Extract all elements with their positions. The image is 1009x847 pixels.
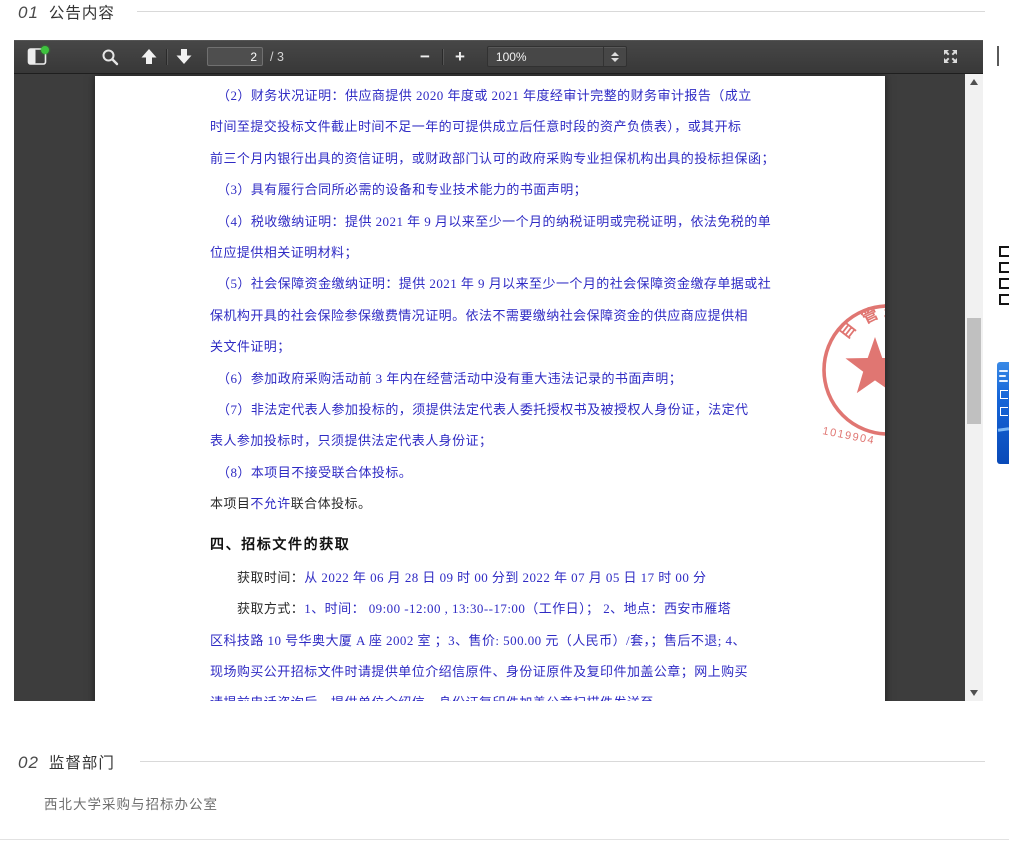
widget-glyph-fragment	[1000, 390, 1008, 399]
page-total-label: / 3	[270, 50, 284, 64]
widget-bar	[999, 380, 1008, 382]
page-number-input[interactable]	[207, 47, 263, 66]
doc-text-line: 获取时间：从 2022 年 06 月 28 日 09 时 00 分到 2022 …	[210, 562, 776, 593]
search-button[interactable]	[97, 44, 123, 70]
zoom-in-button[interactable]: +	[447, 44, 473, 70]
spinner-arrows-icon	[603, 47, 626, 66]
doc-text-line: （2）财务状况证明：供应商提供 2020 年度或 2021 年度经审计完整的财务…	[210, 80, 776, 111]
widget-bar	[999, 375, 1006, 377]
section-02-number: 02	[18, 753, 39, 773]
doc-text-line: 时间至提交投标文件截止时间不足一年的可提供成立后任意时段的资产负债表），或其开标	[210, 111, 776, 142]
pdf-viewer: / 3 − + 100% （2）财	[14, 40, 983, 701]
search-icon	[101, 48, 119, 66]
bottom-divider	[0, 839, 1009, 840]
scrollbar-thumb[interactable]	[967, 318, 981, 424]
doc-text-line: 区科技路 10 号华奥大厦 A 座 2002 室 ；3、售价: 500.00 元…	[210, 625, 776, 656]
doc-text-line: 位应提供相关证明材料；	[210, 237, 776, 268]
toolbar-separator	[166, 49, 167, 65]
doc-text-line: 获取方式：1、时间： 09:00 -12:00 , 13:30--17:00（工…	[210, 593, 776, 624]
cutoff-element-sliver	[997, 46, 999, 66]
doc-text-line: （6）参加政府采购活动前 3 年内在经营活动中没有重大违法记录的书面声明；	[210, 363, 776, 394]
doc-text-line: 本项目不允许联合体投标。	[210, 488, 776, 519]
cutoff-vertical-label	[996, 246, 1009, 310]
section-01-header: 01 公告内容	[18, 1, 115, 23]
plus-icon: +	[455, 48, 465, 65]
zoom-level-value: 100%	[488, 50, 603, 64]
doc-text-line: 请提前电话咨询后、提供单位介绍信、身份证复印件加盖公章扫描件发送至	[210, 687, 776, 701]
stamp-serial-number: 1019904	[821, 425, 876, 447]
document-page: （2）财务状况证明：供应商提供 2020 年度或 2021 年度经审计完整的财务…	[95, 76, 885, 701]
section-02-title: 监督部门	[49, 751, 115, 773]
doc-text-line: （3）具有履行合同所必需的设备和专业技术能力的书面声明；	[210, 174, 776, 205]
cutoff-character-fragment	[999, 278, 1009, 289]
widget-bar	[999, 370, 1008, 372]
doc-text-line: 表人参加投标时，只须提供法定代表人身份证；	[210, 425, 776, 456]
doc-text-line: （5）社会保障资金缴纳证明：提供 2021 年 9 月以来至少一个月的社会保障资…	[210, 268, 776, 299]
cutoff-character-fragment	[999, 262, 1009, 273]
section-01-divider	[137, 11, 985, 12]
previous-page-button[interactable]	[136, 44, 162, 70]
red-stamp-seal: 目 管 理 1019904	[795, 274, 885, 474]
supervisor-department-text: 西北大学采购与招标办公室	[44, 793, 218, 813]
stamp-arc-char: 理	[884, 303, 885, 321]
scrollbar-down-button[interactable]	[965, 685, 983, 701]
triangle-up-icon	[970, 79, 978, 85]
triangle-down-icon	[970, 690, 978, 696]
widget-shine	[998, 427, 1009, 432]
section-02-header: 02 监督部门	[18, 751, 115, 773]
doc-text-line: （4）税收缴纳证明：提供 2021 年 9 月以来至少一个月的纳税证明或完税证明…	[210, 206, 776, 237]
stamp-arc-char: 目	[836, 319, 860, 343]
toolbar-separator	[442, 49, 443, 65]
zoom-out-button[interactable]: −	[412, 44, 438, 70]
minus-icon: −	[420, 48, 430, 65]
doc-text-line: 现场购买公开招标文件时请提供单位介绍信原件、身份证原件及复印件加盖公章；网上购买	[210, 656, 776, 687]
doc-text-line: 前三个月内银行出具的资信证明，或财政部门认可的政府采购专业担保机构出具的投标担保…	[210, 143, 776, 174]
zoom-level-select[interactable]: 100%	[487, 46, 627, 67]
notification-dot	[41, 46, 49, 54]
pdf-toolbar: / 3 − + 100%	[14, 40, 983, 74]
fullscreen-button[interactable]	[937, 44, 963, 70]
doc-text-line: 关文件证明；	[210, 331, 776, 362]
doc-text-line: （8）本项目不接受联合体投标。	[210, 457, 776, 488]
viewer-scrollbar[interactable]	[965, 74, 983, 701]
section-01-title: 公告内容	[49, 1, 115, 23]
next-page-button[interactable]	[171, 44, 197, 70]
section-01-number: 01	[18, 3, 39, 23]
sidebar-toggle-button[interactable]	[24, 44, 50, 70]
doc-text-line: 保机构开具的社会保险参保缴费情况证明。依法不需要缴纳社会保障资金的供应商应提供相	[210, 300, 776, 331]
cutoff-floating-widget[interactable]	[997, 362, 1009, 464]
fullscreen-icon	[942, 48, 959, 65]
scrollbar-up-button[interactable]	[965, 74, 983, 90]
cutoff-character-fragment	[999, 246, 1009, 257]
widget-glyph-fragment	[1000, 407, 1008, 416]
cutoff-character-fragment	[999, 294, 1009, 305]
arrow-down-icon	[175, 48, 193, 65]
section-02-divider	[140, 761, 985, 762]
doc-text-line: （7）非法定代表人参加投标的，须提供法定代表人委托授权书及被授权人身份证，法定代	[210, 394, 776, 425]
pdf-content-area: （2）财务状况证明：供应商提供 2020 年度或 2021 年度经审计完整的财务…	[14, 74, 983, 701]
doc-text: （2）财务状况证明：供应商提供 2020 年度或 2021 年度经审计完整的财务…	[210, 80, 776, 701]
doc-text-line: 四、招标文件的获取	[210, 529, 776, 562]
arrow-up-icon	[140, 48, 158, 65]
